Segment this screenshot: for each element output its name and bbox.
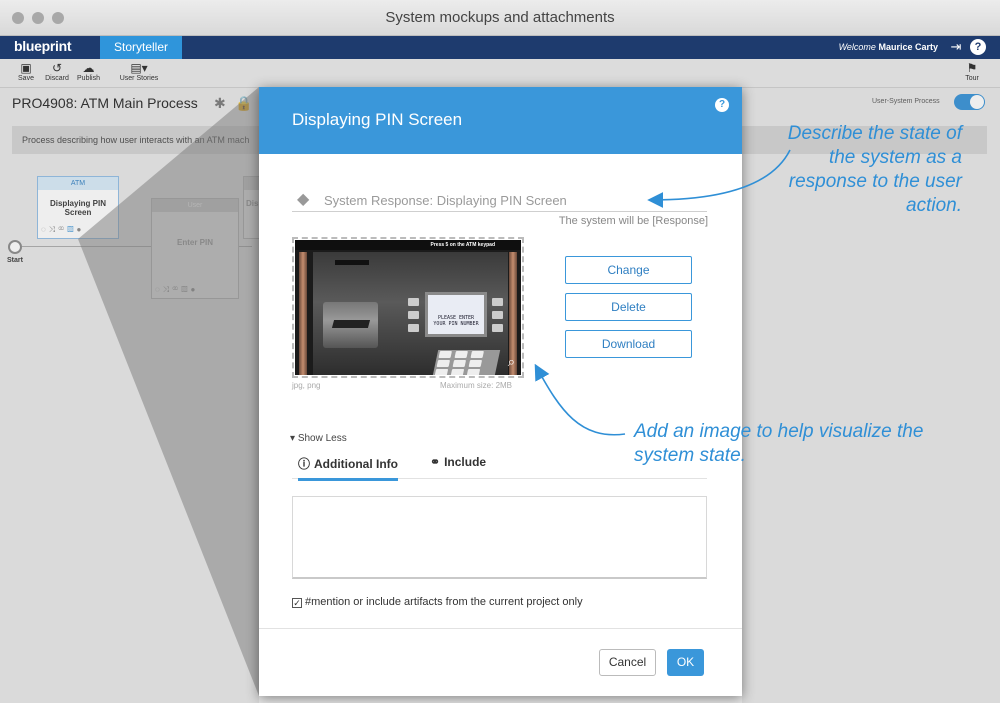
page-title: PRO4908: ATM Main Process xyxy=(12,95,198,111)
caret-down-icon: ▾ xyxy=(290,433,296,444)
atm-keypad xyxy=(431,350,501,375)
cancel-button[interactable]: Cancel xyxy=(599,649,656,676)
info-icon: ⓘ xyxy=(298,457,311,471)
dialog-title: Displaying PIN Screen xyxy=(292,110,463,129)
atm-left-panel xyxy=(299,252,307,375)
user-stories-label: User Stories xyxy=(119,75,159,82)
step-dialog: Displaying PIN Screen ? ◆ System Respons… xyxy=(259,87,742,696)
show-less-label: Show Less xyxy=(297,433,347,444)
atm-caption: Press 5 on the ATM keypad xyxy=(295,240,521,250)
tour-button[interactable]: ⚑ Tour xyxy=(960,61,984,83)
signpost-icon: ⚑ xyxy=(966,61,978,75)
atm-side-button xyxy=(408,324,419,332)
tab-include[interactable]: ⚭ Include xyxy=(430,455,486,469)
node-header: User xyxy=(152,199,238,212)
ok-button[interactable]: OK xyxy=(667,649,704,676)
diagram-node-user[interactable]: User Enter PIN ◌⤨⚭▧● xyxy=(151,198,239,299)
mention-checkbox-row[interactable]: ✓ #mention or include artifacts from the … xyxy=(292,596,583,608)
annotation-line: system state. xyxy=(634,445,746,466)
annotation-line: action. xyxy=(906,195,962,216)
discard-button[interactable]: ↺ Discard xyxy=(43,61,71,83)
node-icon-bar: ◌⤨⚭▧● xyxy=(155,285,199,294)
welcome-prefix: Welcome xyxy=(838,42,876,52)
atm-screen: PLEASE ENTER YOUR PIN NUMBER xyxy=(425,292,487,337)
window-title: System mockups and attachments xyxy=(385,9,615,26)
atm-image[interactable]: Press 5 on the ATM keypad PLEASE ENTER Y… xyxy=(295,240,521,375)
annotation-line: Add an image to help visualize the xyxy=(634,421,924,442)
response-hint: The system will be [Response] xyxy=(558,215,708,227)
image-dropzone[interactable]: Press 5 on the ATM keypad PLEASE ENTER Y… xyxy=(292,237,524,378)
mention-checkbox-label: #mention or include artifacts from the c… xyxy=(305,596,583,608)
atm-side-button xyxy=(492,311,503,319)
user-name[interactable]: Maurice Carty xyxy=(878,42,938,52)
cloud-upload-icon: ☁ xyxy=(82,61,95,75)
show-less-toggle[interactable]: ▾ Show Less xyxy=(290,433,347,444)
node-header: ATM xyxy=(38,177,118,190)
toolbar: ▣ Save ↺ Discard ☁ Publish ▤▾ User Stori… xyxy=(0,59,1000,88)
link-icon: ⚭ xyxy=(430,455,441,469)
atm-slot xyxy=(335,260,369,265)
discard-icon: ↺ xyxy=(51,61,63,75)
welcome-text: Welcome Maurice Carty xyxy=(839,42,938,52)
system-response-field[interactable]: ◆ System Response: Displaying PIN Screen xyxy=(292,188,707,212)
delete-button[interactable]: Delete xyxy=(565,293,692,321)
annotation-line: response to the user xyxy=(788,171,962,192)
save-button[interactable]: ▣ Save xyxy=(16,61,36,83)
tag-icon: ◆ xyxy=(297,191,310,208)
start-label: Start xyxy=(7,257,23,264)
publish-label: Publish xyxy=(77,75,100,82)
annotation-line: the system as a xyxy=(828,147,962,168)
settings-icon[interactable]: ✱ xyxy=(214,95,226,112)
save-icon: ▣ xyxy=(20,61,32,75)
node-title: Enter PIN xyxy=(176,238,213,247)
atm-side-button xyxy=(408,298,419,306)
tab-label: Include xyxy=(444,455,487,469)
atm-side-button xyxy=(492,324,503,332)
window-titlebar: System mockups and attachments xyxy=(0,0,1000,36)
dialog-header: Displaying PIN Screen ? xyxy=(259,87,742,154)
user-system-process-toggle[interactable] xyxy=(954,94,985,110)
app-header: blueprint Storyteller Welcome Maurice Ca… xyxy=(0,36,1000,59)
start-node[interactable] xyxy=(8,240,22,254)
app-logo: blueprint xyxy=(14,38,72,54)
user-stories-icon: ▤▾ xyxy=(130,61,148,75)
user-stories-button[interactable]: ▤▾ User Stories xyxy=(116,61,162,83)
atm-side-button xyxy=(492,298,503,306)
image-max-size: Maximum size: 2MB xyxy=(440,381,513,390)
discard-label: Discard xyxy=(45,75,69,82)
download-button[interactable]: Download xyxy=(565,330,692,358)
zoom-icon[interactable]: ⌕ xyxy=(508,354,515,370)
publish-button[interactable]: ☁ Publish xyxy=(75,61,102,83)
node-title: Displaying PIN Screen xyxy=(49,199,106,217)
help-icon[interactable]: ? xyxy=(970,39,986,55)
tab-additional-info[interactable]: ⓘ Additional Info xyxy=(298,455,398,481)
atm-screen-line-2: YOUR PIN NUMBER xyxy=(433,321,479,327)
dialog-footer-divider xyxy=(259,628,742,629)
save-label: Save xyxy=(18,75,34,82)
change-button[interactable]: Change xyxy=(565,256,692,284)
annotation-add-image: Add an image to help visualize the syste… xyxy=(634,420,964,468)
atm-card-reader xyxy=(323,302,378,348)
image-formats: jpg, png xyxy=(292,381,321,390)
annotation-describe-state: Describe the state of the system as a re… xyxy=(752,122,962,218)
tab-label: Additional Info xyxy=(314,457,398,471)
tab-storyteller[interactable]: Storyteller xyxy=(100,36,182,59)
tour-label: Tour xyxy=(965,75,979,82)
toggle-label: User-System Process xyxy=(872,98,940,105)
logout-icon[interactable]: ⇥ xyxy=(948,39,964,55)
node-icon-bar: ◌⤨⚭▧● xyxy=(41,225,85,234)
additional-info-editor[interactable] xyxy=(292,496,707,579)
atm-side-button xyxy=(408,311,419,319)
help-icon[interactable]: ? xyxy=(715,98,729,112)
lock-icon[interactable]: 🔒 xyxy=(235,95,252,112)
mention-checkbox[interactable]: ✓ xyxy=(292,598,302,608)
system-response-text[interactable]: System Response: Displaying PIN Screen xyxy=(324,193,567,208)
annotation-line: Describe the state of xyxy=(787,123,962,144)
diagram-node-system[interactable]: ATM Displaying PIN Screen ◌⤨⚭▧● xyxy=(37,176,119,239)
atm-body: PLEASE ENTER YOUR PIN NUMBER xyxy=(313,252,508,375)
